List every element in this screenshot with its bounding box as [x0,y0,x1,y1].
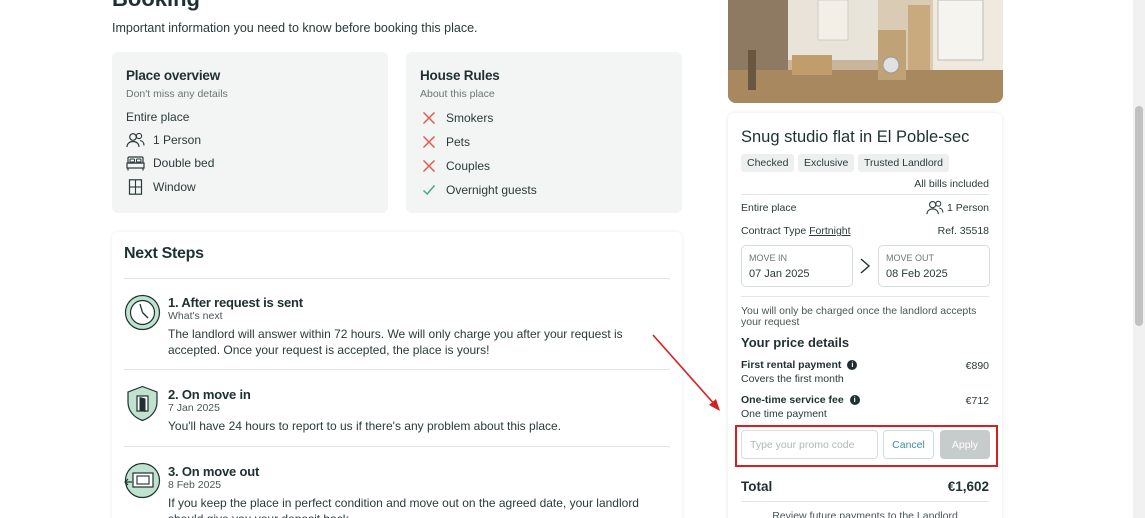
service-fee-label: One-time service fee i [741,394,860,406]
service-fee-sub: One time payment [741,408,827,420]
intro-text: Important information you need to know b… [112,21,478,35]
first-rental-value: €890 [965,360,989,372]
rule-label: Smokers [446,111,494,125]
move-out-date: 08 Feb 2025 [886,268,948,280]
room-photo[interactable] [728,0,1003,103]
bills-included: All bills included [914,178,989,190]
clock-icon [124,294,161,331]
first-rental-sub: Covers the first month [741,373,844,385]
price-details-title: Your price details [741,335,850,350]
window-icon [128,179,143,195]
overview-window: Window [126,179,196,195]
annotation-arrow [652,334,720,411]
divider [741,194,989,195]
first-rental-label: First rental payment i [741,359,858,371]
contract-type-link[interactable]: Fortnight [809,225,850,237]
tag-checked: Checked [741,154,795,172]
cross-icon [423,136,435,148]
moving-box-icon [124,462,161,499]
tag-exclusive: Exclusive [798,154,855,172]
service-fee-value: €712 [965,395,989,407]
charge-note: You will only be charged once the landlo… [741,305,977,328]
step-text: If you keep the place in perfect conditi… [168,496,639,518]
overview-people-label: 1 Person [153,133,202,147]
divider [741,501,989,502]
step-subtitle: What's next [168,310,223,322]
chevron-right-icon [860,258,871,274]
move-in-label: MOVE IN [749,253,788,263]
rule-label: Overnight guests [446,183,537,197]
contract-type: Contract Type Fortnight [741,225,851,237]
step-title: 2. On move in [168,387,251,402]
move-in-date: 07 Jan 2025 [749,268,810,280]
step-subtitle: 8 Feb 2025 [168,479,222,491]
overview-title: Place overview [126,68,221,83]
divider [124,369,670,370]
rule-label: Couples [446,159,491,173]
service-fee-text: One-time service fee [741,394,844,406]
next-steps-panel: Next Steps 1. After request is sent What… [112,232,682,518]
people-icon [126,132,145,148]
listing-type: Entire place [741,202,797,214]
cross-icon [423,160,435,172]
step-subtitle: 7 Jan 2025 [168,402,220,414]
listing-title: Snug studio flat in El Poble-sec [741,128,970,146]
overview-type: Entire place [126,110,189,124]
booking-page: Booking Important information you need t… [0,0,1133,518]
contract-type-label: Contract Type [741,225,807,237]
listing-ref: Ref. 35518 [937,225,989,237]
move-out-label: MOVE OUT [886,253,935,263]
place-overview-panel: Place overview Don't miss any details En… [112,52,388,213]
next-steps-title: Next Steps [124,245,204,262]
rules-title: House Rules [420,68,500,83]
overview-type-label: Entire place [126,110,190,124]
first-rental-text: First rental payment [741,359,842,371]
scrollbar-thumb[interactable] [1135,106,1143,326]
listing-people-label: 1 Person [946,201,989,214]
overview-window-label: Window [153,180,196,194]
overview-bed-label: Double bed [153,156,215,170]
rule-item: Pets [422,135,470,149]
listing-people: 1 Person [926,200,989,215]
review-payments-link[interactable]: Review future payments to the Landlord [728,510,1002,518]
cross-icon [423,112,435,124]
check-icon [423,185,436,196]
scrollbar[interactable] [1133,0,1145,518]
total-value: €1,602 [947,479,989,494]
overview-people: 1 Person [126,132,201,148]
step-text: The landlord will answer within 72 hours… [168,327,623,357]
people-icon [926,200,944,215]
rules-subtitle: About this place [420,88,495,100]
step-title: 1. After request is sent [168,295,303,310]
step-text: You'll have 24 hours to report to us if … [168,419,562,433]
divider [124,446,670,447]
house-rules-panel: House Rules About this place Smokers Pet… [406,52,682,213]
move-in-field[interactable]: MOVE IN 07 Jan 2025 [741,245,853,287]
total-label: Total [741,479,773,494]
rule-item: Overnight guests [422,183,537,197]
divider [741,296,989,297]
rule-label: Pets [446,135,471,149]
rule-item: Couples [422,159,490,173]
shield-icon [127,385,158,422]
info-icon[interactable]: i [847,360,858,370]
tag-trusted-landlord: Trusted Landlord [858,154,949,172]
room-photo-image [728,0,1003,103]
overview-bed: Double bed [126,155,214,171]
rule-item: Smokers [422,111,493,125]
bed-icon [126,156,145,171]
move-out-field[interactable]: MOVE OUT 08 Feb 2025 [878,245,990,287]
highlight-box [735,425,998,467]
overview-subtitle: Don't miss any details [126,88,228,100]
step-title: 3. On move out [168,464,260,479]
divider [124,278,670,279]
info-icon[interactable]: i [849,395,860,405]
page-title: Booking [112,0,200,12]
